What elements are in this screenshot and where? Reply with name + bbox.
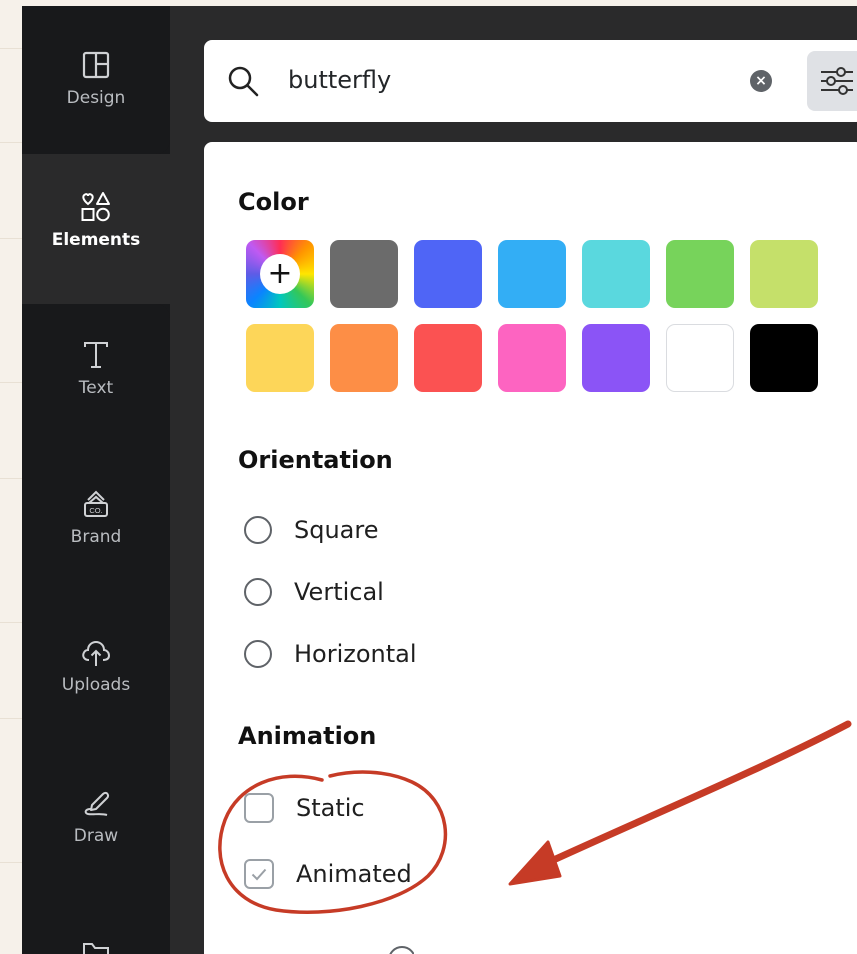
filter-panel: Color + Orientation Square Vertical Hori… (204, 142, 857, 954)
background-line (0, 382, 22, 383)
sidebar-item-draw[interactable]: Draw (22, 786, 170, 896)
color-swatch[interactable] (750, 240, 818, 308)
animation-option-animated[interactable]: Animated (244, 856, 412, 892)
option-label: Vertical (294, 578, 384, 606)
sidebar-item-label: Uploads (61, 675, 131, 695)
background-line (0, 478, 22, 479)
brand-kit-icon: CO. (79, 487, 113, 521)
text-t-icon (79, 338, 113, 372)
option-label: Square (294, 516, 379, 544)
checkmark-icon (251, 868, 267, 881)
clear-search-button[interactable]: × (750, 70, 772, 92)
sidebar-item-brand[interactable]: CO. Brand (22, 487, 170, 597)
radio-button[interactable] (244, 578, 272, 606)
sidebar-item-elements[interactable]: Elements (22, 190, 170, 300)
search-input[interactable]: butterfly (288, 66, 391, 94)
sidebar-item-projects[interactable] (22, 938, 170, 954)
orientation-option-square[interactable]: Square (244, 512, 379, 548)
background-line (0, 142, 22, 143)
animation-option-static[interactable]: Static (244, 790, 365, 826)
pen-icon (79, 786, 113, 820)
sidebar-item-uploads[interactable]: Uploads (22, 635, 170, 745)
editor-window: Design Elements Text CO. Brand Uploads D… (22, 6, 857, 954)
color-swatch[interactable] (498, 240, 566, 308)
layout-icon (79, 48, 113, 82)
sidebar-item-design[interactable]: Design (22, 48, 170, 158)
background-line (0, 48, 22, 49)
sidebar-item-text[interactable]: Text (22, 338, 170, 448)
filter-button[interactable] (807, 51, 857, 111)
partial-icon (389, 946, 414, 954)
color-swatch[interactable] (246, 324, 314, 392)
search-icon (226, 64, 260, 102)
sidebar-item-label: Draw (73, 826, 119, 846)
svg-text:CO.: CO. (89, 506, 102, 515)
search-bar: butterfly × (204, 40, 857, 122)
sidebar-item-label: Design (66, 88, 126, 108)
orientation-heading: Orientation (238, 446, 393, 474)
checkbox[interactable] (244, 793, 274, 823)
option-label: Static (296, 794, 365, 822)
color-swatch[interactable] (330, 240, 398, 308)
side-panel-nav: Design Elements Text CO. Brand Uploads D… (22, 6, 174, 954)
color-swatch[interactable] (666, 324, 734, 392)
sliders-icon (821, 67, 853, 95)
background-line (0, 622, 22, 623)
color-swatch[interactable] (582, 240, 650, 308)
color-swatch[interactable] (582, 324, 650, 392)
color-swatch[interactable] (666, 240, 734, 308)
sidebar-item-label: Brand (70, 527, 122, 547)
color-swatch[interactable] (498, 324, 566, 392)
close-icon: × (755, 73, 767, 89)
color-swatch[interactable] (414, 240, 482, 308)
radio-button[interactable] (244, 516, 272, 544)
background-line (0, 238, 22, 239)
shapes-icon (79, 190, 113, 224)
background-line (0, 862, 22, 863)
color-swatch[interactable] (750, 324, 818, 392)
plus-icon: + (260, 254, 300, 294)
option-label: Horizontal (294, 640, 417, 668)
radio-button[interactable] (244, 640, 272, 668)
sidebar-item-label: Elements (51, 230, 141, 250)
checkbox[interactable] (244, 859, 274, 889)
background-line (0, 718, 22, 719)
animation-heading: Animation (238, 722, 377, 750)
sidebar-item-label: Text (78, 378, 114, 398)
orientation-option-horizontal[interactable]: Horizontal (244, 636, 417, 672)
color-swatch[interactable] (330, 324, 398, 392)
color-swatch[interactable] (414, 324, 482, 392)
cloud-upload-icon (79, 635, 113, 669)
option-label: Animated (296, 860, 412, 888)
folder-icon (79, 938, 113, 954)
orientation-option-vertical[interactable]: Vertical (244, 574, 384, 610)
color-heading: Color (238, 188, 309, 216)
custom-color-button[interactable]: + (246, 240, 314, 308)
